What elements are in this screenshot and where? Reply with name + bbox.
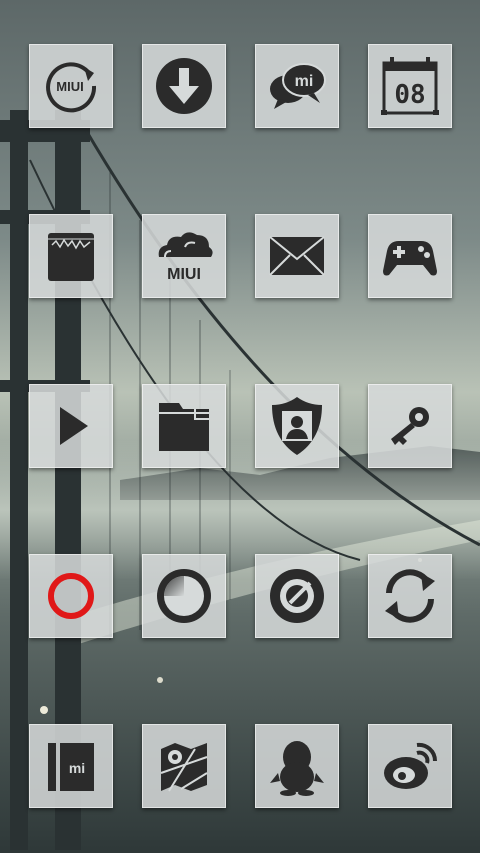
app-mi-talk[interactable]: mi [255,44,339,128]
mi-talk-label: mi [295,73,314,90]
red-ring-icon [48,573,94,619]
app-mail[interactable] [255,214,339,298]
app-notes[interactable] [29,214,113,298]
app-file-manager[interactable] [142,384,226,468]
app-password-keys[interactable] [368,384,452,468]
compass-circle-icon [270,569,324,623]
miui-update-icon: MIUI [46,62,97,113]
miui-cloud-label: MIUI [167,266,201,283]
app-calendar[interactable]: 08 [368,44,452,128]
play-icon [60,407,88,445]
app-compass[interactable] [255,554,339,638]
app-games[interactable] [368,214,452,298]
sync-arrows-icon [385,569,435,623]
qq-penguin-icon [270,741,324,796]
mail-envelope-icon [269,236,325,276]
app-clock[interactable] [142,554,226,638]
key-icon [391,407,429,445]
weibo-icon [384,742,438,789]
app-sync[interactable] [368,554,452,638]
app-qq[interactable] [255,724,339,808]
app-video-player[interactable] [29,384,113,468]
download-icon [156,58,212,114]
mi-store-icon: mi [48,743,94,791]
app-download[interactable] [142,44,226,128]
miui-update-label: MIUI [56,79,83,94]
map-location-icon [160,743,208,792]
app-miui-update[interactable]: MIUI [29,44,113,128]
home-screen-grid: MIUI mi 08 MIUI mi [0,0,480,853]
mi-talk-chat-icon: mi [270,63,326,109]
miui-cloud-icon: MIUI [158,232,213,283]
gamepad-icon [383,241,437,276]
app-miui-cloud[interactable]: MIUI [142,214,226,298]
calendar-date: 08 [394,80,425,110]
folder-icon [159,403,209,451]
security-shield-icon [272,397,322,455]
app-mi-store[interactable]: mi [29,724,113,808]
calendar-icon: 08 [381,57,439,115]
app-screen-recorder[interactable] [29,554,113,638]
notes-icon [48,233,94,281]
circle-dial-icon [157,569,211,623]
app-maps[interactable] [142,724,226,808]
mi-store-label: mi [69,760,85,776]
app-weibo[interactable] [368,724,452,808]
app-security-center[interactable] [255,384,339,468]
